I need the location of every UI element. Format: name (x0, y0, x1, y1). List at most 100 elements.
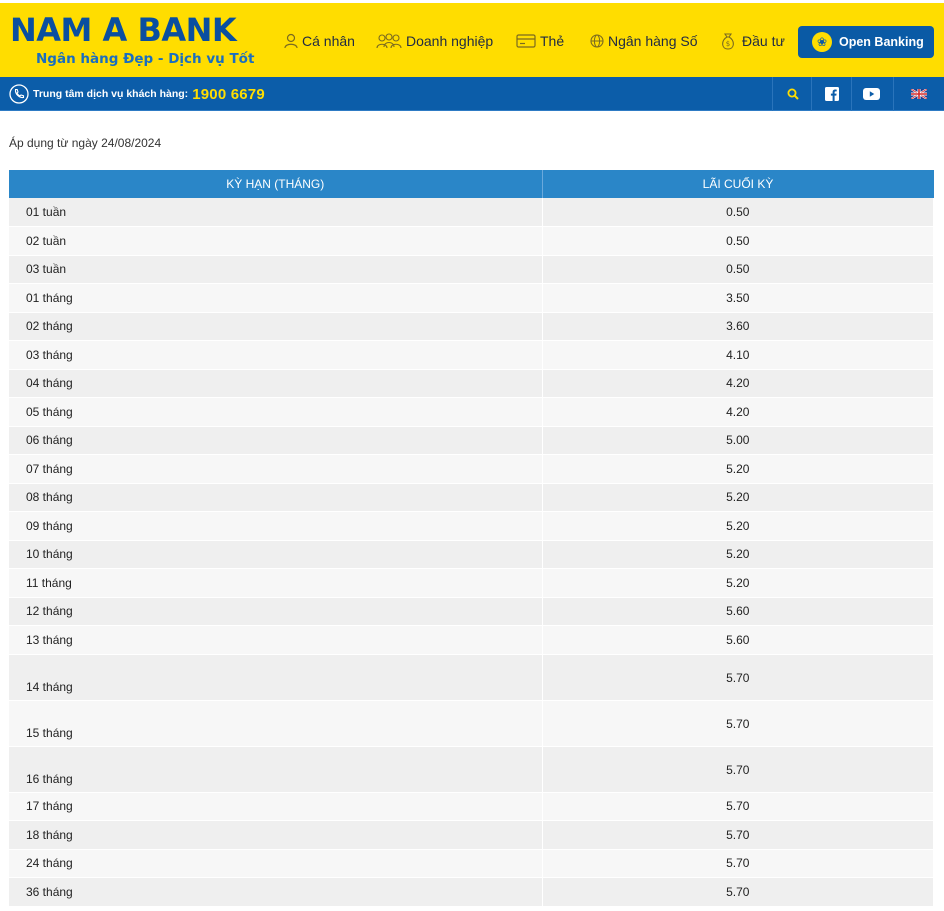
hotline-number: 1900 6679 (192, 85, 265, 103)
facebook-icon (824, 87, 839, 101)
term-cell: 06 tháng (9, 426, 543, 455)
rate-cell: 3.50 (542, 283, 934, 313)
nav-label: Doanh nghiệp (406, 33, 494, 49)
term-cell: 07 tháng (9, 454, 543, 484)
svg-text:$: $ (726, 40, 730, 48)
term-cell: 15 tháng (9, 700, 543, 747)
rate-cell: 3.60 (542, 312, 934, 341)
term-cell: 17 tháng (9, 792, 543, 821)
term-cell: 01 tuần (9, 198, 543, 227)
table-row: 16 tháng 5.70 (9, 746, 934, 793)
term-cell: 03 tuần (9, 255, 543, 284)
facebook-button[interactable] (811, 77, 851, 111)
rate-cell: 5.70 (542, 849, 934, 878)
table-row: 12 tháng 5.60 (9, 597, 934, 626)
nav-item-the[interactable]: Thẻ (516, 30, 564, 52)
table-row: 02 tháng 3.60 (9, 312, 934, 341)
term-cell: 18 tháng (9, 820, 543, 850)
rate-cell: 0.50 (542, 198, 934, 227)
nav-item-dau-tu[interactable]: $ Đầu tư (718, 30, 785, 52)
term-cell: 04 tháng (9, 369, 543, 398)
term-cell: 12 tháng (9, 597, 543, 626)
table-row: 13 tháng 5.60 (9, 625, 934, 655)
nav-item-ngan-hang-so[interactable]: Ngân hàng Số (590, 30, 698, 52)
term-cell: 36 tháng (9, 877, 543, 907)
table-row: 10 tháng 5.20 (9, 540, 934, 569)
table-header-row: KỲ HẠN (THÁNG) LÃI CUỐI KỲ (9, 170, 934, 198)
open-banking-icon: ❀ (812, 32, 832, 52)
rate-cell: 5.70 (542, 654, 934, 701)
nav-item-ca-nhan[interactable]: Cá nhân (284, 30, 355, 52)
rate-cell: 5.70 (542, 700, 934, 747)
person-icon (284, 33, 298, 49)
group-icon (376, 33, 402, 49)
table-row: 36 tháng 5.70 (9, 877, 934, 907)
term-cell: 08 tháng (9, 483, 543, 512)
rate-cell: 0.50 (542, 226, 934, 256)
term-cell: 16 tháng (9, 746, 543, 793)
table-row: 24 tháng 5.70 (9, 849, 934, 878)
nav-item-doanh-nghiep[interactable]: Doanh nghiệp (376, 30, 493, 52)
rate-cell: 5.70 (542, 820, 934, 850)
nav-label: Cá nhân (302, 33, 355, 49)
youtube-button[interactable] (851, 77, 891, 111)
table-row: 08 tháng 5.20 (9, 483, 934, 512)
table-body: 01 tuần 0.50 02 tuần 0.50 03 tuần 0.50 01 thán… (9, 198, 934, 907)
search-icon (787, 88, 799, 100)
main-nav: Cá nhân Doanh nghiệp Thẻ Ngân hàng Số $ … (0, 3, 944, 77)
table-row: 05 tháng 4.20 (9, 397, 934, 427)
open-banking-label: Open Banking (839, 35, 924, 49)
table-row: 17 tháng 5.70 (9, 792, 934, 821)
globe-icon (590, 34, 604, 48)
phone-icon (9, 84, 29, 104)
table-row: 11 tháng 5.20 (9, 568, 934, 598)
term-cell: 01 tháng (9, 283, 543, 313)
rate-cell: 4.10 (542, 340, 934, 370)
table-row: 03 tuần 0.50 (9, 255, 934, 284)
apply-date: Áp dụng từ ngày 24/08/2024 (9, 136, 162, 150)
table-row: 06 tháng 5.00 (9, 426, 934, 455)
term-cell: 05 tháng (9, 397, 543, 427)
rate-cell: 5.20 (542, 568, 934, 598)
open-banking-button[interactable]: ❀ Open Banking (798, 26, 934, 58)
table-row: 01 tháng 3.50 (9, 283, 934, 313)
table-row: 14 tháng 5.70 (9, 654, 934, 701)
rate-cell: 5.60 (542, 625, 934, 655)
header-term: KỲ HẠN (THÁNG) (9, 170, 543, 198)
language-english-button[interactable] (893, 77, 944, 111)
money-bag-icon: $ (722, 33, 734, 50)
term-cell: 03 tháng (9, 340, 543, 370)
rate-cell: 5.00 (542, 426, 934, 455)
term-cell: 13 tháng (9, 625, 543, 655)
rate-cell: 5.60 (542, 597, 934, 626)
rate-cell: 4.20 (542, 369, 934, 398)
rate-cell: 5.20 (542, 511, 934, 541)
nav-label: Ngân hàng Số (608, 33, 698, 49)
table-row: 01 tuần 0.50 (9, 198, 934, 227)
table-row: 09 tháng 5.20 (9, 511, 934, 541)
rate-cell: 5.20 (542, 454, 934, 484)
table-row: 18 tháng 5.70 (9, 820, 934, 850)
uk-flag-icon (911, 89, 927, 99)
table-row: 03 tháng 4.10 (9, 340, 934, 370)
rate-cell: 5.20 (542, 540, 934, 569)
table-row: 07 tháng 5.20 (9, 454, 934, 484)
term-cell: 02 tuần (9, 226, 543, 256)
hotline-bar: Trung tâm dịch vụ khách hàng: 1900 6679 (0, 77, 944, 111)
header-rate: LÃI CUỐI KỲ (542, 170, 934, 198)
rate-cell: 5.70 (542, 792, 934, 821)
card-icon (516, 34, 536, 48)
table-row: 15 tháng 5.70 (9, 700, 934, 747)
youtube-icon (863, 88, 880, 100)
rate-cell: 5.70 (542, 877, 934, 907)
search-button[interactable] (772, 77, 812, 111)
term-cell: 11 tháng (9, 568, 543, 598)
rate-cell: 5.20 (542, 483, 934, 512)
hotline[interactable]: Trung tâm dịch vụ khách hàng: 1900 6679 (9, 83, 265, 105)
term-cell: 14 tháng (9, 654, 543, 701)
nav-label: Đầu tư (742, 33, 785, 49)
term-cell: 10 tháng (9, 540, 543, 569)
top-header: NAM A BANK Ngân hàng Đẹp - Dịch vụ Tốt C… (0, 3, 944, 77)
hotline-label: Trung tâm dịch vụ khách hàng: (33, 88, 189, 100)
term-cell: 24 tháng (9, 849, 543, 878)
